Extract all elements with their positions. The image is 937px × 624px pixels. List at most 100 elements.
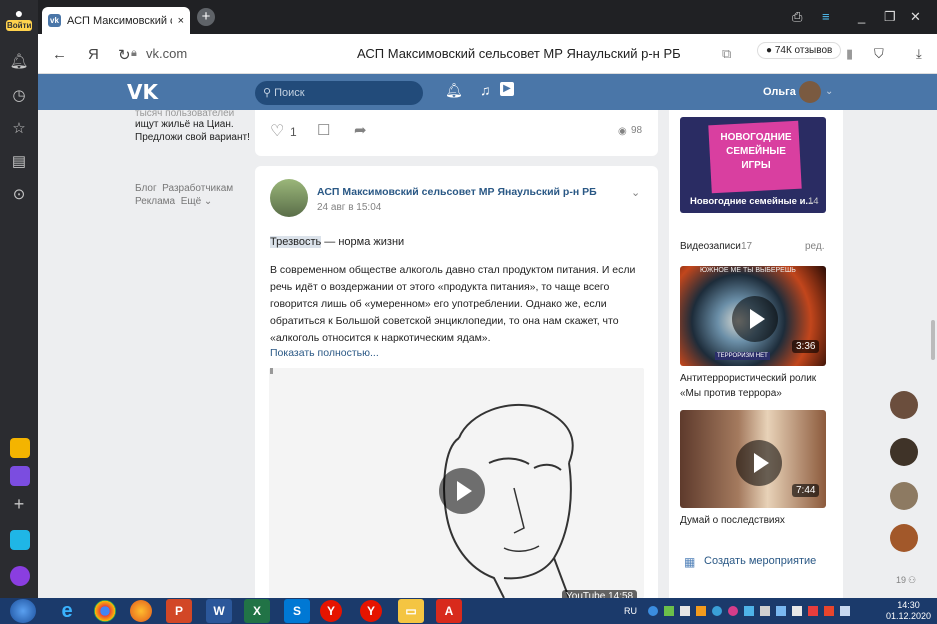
notes-icon[interactable]: ▤ (9, 152, 29, 170)
clock-time: 14:30 (897, 600, 920, 610)
like-icon[interactable]: ♡ (270, 121, 284, 141)
start-button[interactable] (10, 599, 36, 623)
create-event-link[interactable]: Создать мероприятие (704, 555, 816, 567)
post-video[interactable]: YouTube 14:58 (269, 368, 644, 598)
ads-link[interactable]: Реклама (135, 196, 175, 207)
alice-icon[interactable] (10, 566, 30, 586)
notifications-icon[interactable]: 🔔︎ (445, 82, 463, 99)
blog-link[interactable]: Блог (135, 183, 157, 194)
friend-avatar[interactable] (890, 524, 918, 552)
browser-tab[interactable]: vk АСП Максимовский се × (42, 7, 190, 34)
play-icon[interactable]: ▶ (500, 82, 514, 96)
video-play-icon[interactable] (439, 468, 485, 514)
video1-duration: 3:36 (792, 340, 820, 353)
tab-close-icon[interactable]: × (178, 15, 184, 27)
add-icon[interactable]: + (9, 494, 29, 515)
vk-logo[interactable]: VK (127, 80, 158, 104)
developers-link[interactable]: Разработчикам (162, 183, 233, 194)
excel-icon[interactable]: X (244, 599, 270, 623)
search-input[interactable]: ⚲ Поиск (255, 81, 423, 105)
video2-thumbnail[interactable]: 7:44 (680, 410, 826, 508)
firefox-icon[interactable] (130, 600, 152, 622)
tray-icon[interactable] (824, 606, 834, 616)
tray-icon[interactable] (712, 606, 722, 616)
download-icon[interactable]: ⤓ (916, 46, 922, 62)
friend-avatar[interactable] (890, 438, 918, 466)
video1-banner: ЮЖНОЕ МЕ ТЫ ВЫБЕРЕШЬ (700, 267, 796, 274)
games-banner[interactable]: НОВОГОДНИЕ СЕМЕЙНЫЕ ИГРЫ Новогодние семе… (680, 117, 826, 213)
games-logo-line3: ИГРЫ (741, 160, 771, 171)
language-indicator[interactable]: RU (624, 606, 637, 616)
video1-title[interactable]: Антитеррористический ролик «Мы против те… (680, 371, 830, 401)
tray-icon[interactable] (728, 606, 738, 616)
tray-icon[interactable] (680, 606, 690, 616)
post-author[interactable]: АСП Максимовский сельсовет МР Янаульский… (317, 186, 597, 198)
bookmark-icon[interactable]: ▮ (846, 46, 853, 62)
yandex-browser-icon[interactable]: Y (320, 600, 342, 622)
user-name[interactable]: Ольга (763, 86, 796, 98)
player-icon[interactable] (10, 530, 30, 550)
play-circle-icon[interactable]: ⊙ (9, 185, 29, 203)
copy-icon[interactable]: ⧉ (722, 46, 731, 62)
skype-icon[interactable]: S (284, 599, 310, 623)
video1-play-icon[interactable] (732, 296, 778, 342)
login-label: Войти (6, 20, 32, 31)
tray-icon[interactable] (760, 606, 770, 616)
friend-avatar[interactable] (890, 391, 918, 419)
word-icon[interactable]: W (206, 599, 232, 623)
more-link[interactable]: Ещё ⌄ (181, 196, 213, 207)
volume-icon[interactable] (792, 606, 802, 616)
bell-icon[interactable]: 🔔︎ (9, 52, 29, 70)
acrobat-icon[interactable]: A (436, 599, 462, 623)
restore-icon[interactable]: ❐ (884, 9, 896, 25)
video2-play-icon[interactable] (736, 440, 782, 486)
show-more-link[interactable]: Показать полностью... (270, 347, 379, 359)
chrome-icon[interactable] (94, 600, 116, 622)
tray-icon[interactable] (744, 606, 754, 616)
video2-title[interactable]: Думай о последствиях (680, 513, 785, 528)
url-field[interactable]: vk.com (146, 46, 187, 61)
minimize-icon[interactable]: _ (858, 9, 865, 24)
star-icon[interactable]: ☆ (9, 119, 29, 137)
clock[interactable]: 14:30 01.12.2020 (886, 600, 931, 622)
tray-icon[interactable] (808, 606, 818, 616)
tray-icon[interactable] (648, 606, 658, 616)
powerpoint-icon[interactable]: P (166, 599, 192, 623)
ad-text-line1: тысяч пользователей (135, 110, 235, 118)
videos-title[interactable]: Видеозаписи (680, 241, 741, 252)
scrollbar-thumb[interactable] (931, 320, 935, 360)
network-icon[interactable] (840, 606, 850, 616)
ie-icon[interactable]: e (54, 599, 80, 623)
post-menu-chevron-icon[interactable]: ⌄ (631, 186, 640, 199)
post-date[interactable]: 24 авг в 15:04 (317, 202, 381, 213)
back-button[interactable]: ← (52, 46, 67, 63)
lock-icon: 🔒︎ (131, 47, 137, 59)
tray-icon[interactable] (776, 606, 786, 616)
screenshot-icon[interactable]: ⎙ (792, 9, 802, 25)
tray-icon[interactable] (664, 606, 674, 616)
protect-icon[interactable]: ⛉ (874, 46, 884, 62)
yandex-button[interactable]: Я (88, 46, 99, 63)
music-icon[interactable]: ♫ (480, 82, 491, 98)
chevron-down-icon[interactable]: ⌄ (825, 86, 833, 97)
clock-icon[interactable]: ◷ (9, 86, 29, 104)
messenger-icon[interactable] (10, 466, 30, 486)
yandex-browser-icon-2[interactable]: Y (360, 600, 382, 622)
mail-icon[interactable] (10, 438, 30, 458)
videos-edit-link[interactable]: ред. (805, 241, 825, 252)
folder-icon[interactable]: ▭ (398, 599, 424, 623)
reviews-button[interactable]: ● 74К отзывов (757, 42, 842, 59)
avatar[interactable] (799, 81, 821, 103)
comment-icon[interactable]: ☐ (317, 121, 330, 139)
reload-button[interactable]: ↻ (118, 46, 131, 64)
login-button[interactable]: ● Войти (6, 6, 32, 36)
reviews-label: 74К отзывов (774, 45, 833, 56)
share-icon[interactable]: ➦ (354, 121, 367, 139)
video1-thumbnail[interactable]: ЮЖНОЕ МЕ ТЫ ВЫБЕРЕШЬ ТЕРРОРИЗМ НЕТ 3:36 (680, 266, 826, 366)
window-close-icon[interactable]: ✕ (910, 9, 921, 25)
new-tab-button[interactable]: + (197, 8, 215, 26)
friend-avatar[interactable] (890, 482, 918, 510)
menu-icon[interactable]: ≡ (822, 9, 830, 24)
tray-icon[interactable] (696, 606, 706, 616)
community-avatar[interactable] (270, 179, 308, 217)
